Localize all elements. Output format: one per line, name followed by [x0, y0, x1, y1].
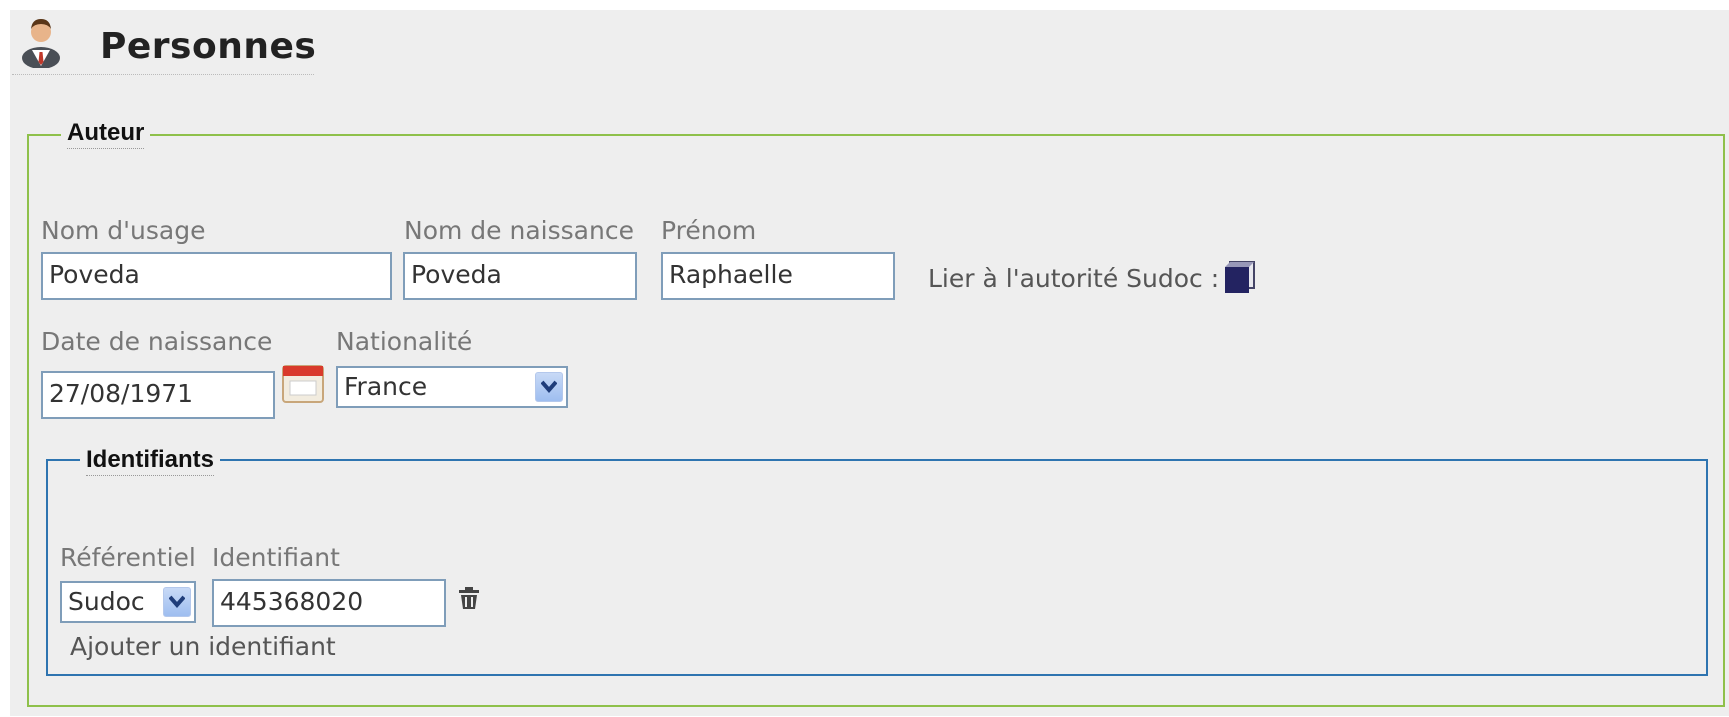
identifiants-legend: Identifiants [80, 446, 221, 476]
nom-naissance-label: Nom de naissance [404, 216, 634, 245]
nationalite-select[interactable]: France [336, 366, 568, 408]
referentiel-label: Référentiel [60, 543, 196, 572]
date-naissance-input[interactable]: 27/08/1971 [41, 371, 275, 419]
calendar-icon[interactable] [281, 364, 325, 404]
chevron-down-icon[interactable] [535, 372, 563, 402]
nom-naissance-input[interactable]: Poveda [403, 252, 637, 300]
person-icon [20, 14, 62, 69]
auteur-legend-text: Auteur [67, 119, 145, 149]
nom-usage-label: Nom d'usage [41, 216, 206, 245]
prenom-label: Prénom [661, 216, 757, 245]
add-identifier-link[interactable]: Ajouter un identifiant [70, 632, 336, 661]
cube-icon[interactable] [1222, 260, 1258, 296]
auteur-legend: Auteur [61, 119, 151, 149]
prenom-input[interactable]: Raphaelle [661, 252, 895, 300]
referentiel-selected: Sudoc [68, 587, 145, 616]
sudoc-link-label: Lier à l'autorité Sudoc : [928, 264, 1220, 293]
date-naissance-label: Date de naissance [41, 327, 273, 356]
identifiant-input[interactable]: 445368020 [212, 579, 446, 627]
page-title: Personnes [100, 26, 317, 67]
nom-usage-input[interactable]: Poveda [41, 252, 392, 300]
referentiel-select[interactable]: Sudoc [60, 581, 196, 623]
identifiant-label: Identifiant [212, 543, 340, 572]
identifiants-legend-text: Identifiants [86, 446, 215, 476]
nationalite-selected: France [344, 372, 428, 401]
nationalite-label: Nationalité [336, 327, 473, 356]
chevron-down-icon[interactable] [163, 587, 191, 617]
trash-icon[interactable] [458, 586, 480, 610]
